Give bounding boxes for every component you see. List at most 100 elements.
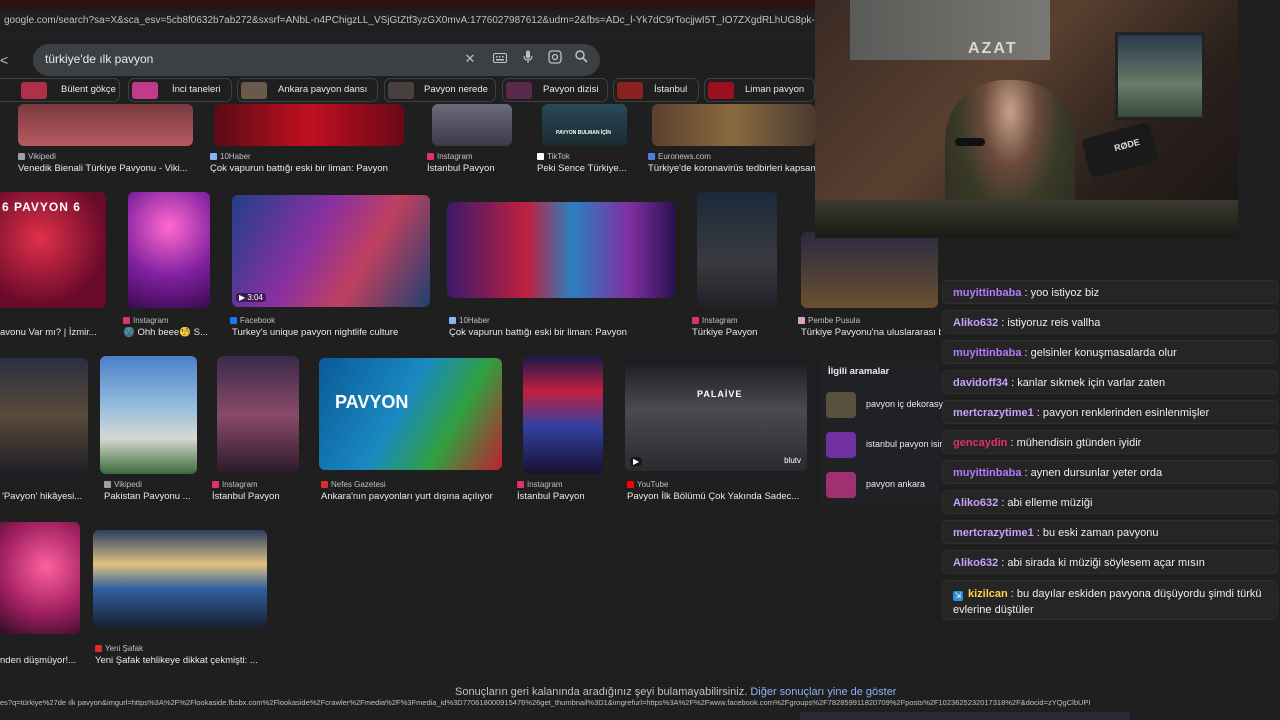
chat-text: istiyoruz reis vallha: [1007, 317, 1101, 329]
result-title[interactable]: Türkiye'de koronavirüs tedbirleri kapsam…: [648, 163, 815, 174]
address-bar[interactable]: google.com/search?sa=X&sca_esv=5cb8f0632…: [0, 10, 815, 32]
result-image[interactable]: [697, 192, 777, 308]
result-title[interactable]: İstanbul Pavyon: [517, 491, 615, 502]
image-result[interactable]: 10Haber Çok vapurun battığı eski bir lim…: [210, 104, 410, 176]
chat-username[interactable]: muyittinbaba: [953, 467, 1021, 479]
chat-username[interactable]: davidoff34: [953, 377, 1008, 389]
result-image[interactable]: [93, 530, 267, 628]
result-title[interactable]: Venedik Bienali Türkiye Pavyonu - Viki..…: [18, 163, 193, 174]
result-title[interactable]: İstanbul Pavyon: [427, 163, 527, 174]
chat-username[interactable]: gencaydin: [953, 437, 1007, 449]
image-result[interactable]: PAVYON Nefes Gazetesi Ankara'nın pavyonl…: [318, 356, 513, 506]
image-result[interactable]: Euronews.com Türkiye'de koronavirüs tedb…: [648, 104, 815, 176]
result-title[interactable]: nden düşmüyor!...: [0, 655, 84, 666]
result-image[interactable]: [18, 104, 193, 146]
chat-message: mertcrazytime1 : bu eski zaman pavyonu: [942, 520, 1278, 544]
image-result[interactable]: Instagram İstanbul Pavyon: [210, 356, 310, 506]
result-title[interactable]: Ankara'nın pavyonları yurt dışına açılıy…: [321, 491, 511, 502]
image-result[interactable]: Vikipedi Pakistan Pavyonu ...: [100, 356, 200, 506]
image-result[interactable]: ▶ 3:04 Facebook Turkey's unique pavyon n…: [230, 192, 440, 342]
search-box[interactable]: türkiye'de ılk pavyon ✕: [33, 44, 600, 76]
result-image[interactable]: [128, 192, 210, 308]
webcam-overlay: AZAT RØDE: [815, 0, 1238, 238]
result-image[interactable]: [232, 195, 430, 307]
result-image[interactable]: [217, 356, 299, 474]
chip-liman-pavyon[interactable]: Liman pavyon: [704, 78, 815, 102]
result-image[interactable]: [214, 104, 404, 146]
image-result[interactable]: Instagram İstanbul Pavyon: [427, 104, 527, 176]
image-result[interactable]: nden düşmüyor!...: [0, 520, 85, 670]
clear-icon[interactable]: ✕: [461, 50, 479, 68]
result-image[interactable]: [523, 356, 603, 474]
result-image[interactable]: PAVYON: [319, 358, 502, 470]
chat-message: Aliko632 : abi elleme müziği: [942, 490, 1278, 514]
result-image[interactable]: [0, 522, 80, 634]
chip-istanbul[interactable]: İstanbul: [613, 78, 699, 102]
result-title[interactable]: Yeni Şafak tehlikeye dikkat çekmişti: ..…: [95, 655, 272, 666]
result-image[interactable]: [0, 358, 88, 472]
image-result[interactable]: Vikipedi Venedik Bienali Türkiye Pavyonu…: [18, 104, 193, 176]
chat-username[interactable]: mertcrazytime1: [953, 527, 1034, 539]
chip-thumbnail: [708, 82, 734, 99]
chat-username[interactable]: kizilcan: [968, 588, 1008, 600]
result-image[interactable]: [100, 356, 197, 474]
image-result[interactable]: Instagram Türkiye Pavyon: [692, 192, 792, 342]
image-result[interactable]: 'Pavyon' hikâyesi...: [0, 356, 95, 506]
chat-message: gencaydin : mühendisin gtünden iyidir: [942, 430, 1278, 454]
blutv-logo-text: blutv: [784, 456, 801, 465]
image-result[interactable]: PALAİVE blutv ▶ YouTube Pavyon İlk Bölüm…: [622, 356, 812, 506]
palaive-sign-text: PALAİVE: [697, 389, 743, 399]
image-result[interactable]: PAVYON BULMAN İÇİN TikTok Peki Sence Tür…: [537, 104, 637, 176]
keyboard-icon[interactable]: [491, 50, 509, 68]
chat-text: gelsinler konuşmasalarda olur: [1030, 347, 1177, 359]
chip-bulent-gokce[interactable]: Bülent gökçe: [0, 78, 120, 102]
chat-username[interactable]: muyittinbaba: [953, 347, 1021, 359]
chat-username[interactable]: Aliko632: [953, 497, 998, 509]
result-image[interactable]: [801, 232, 938, 308]
result-title[interactable]: Pavyon İlk Bölümü Çok Yakında Sadec...: [627, 491, 812, 502]
result-title[interactable]: Çok vapurun battığı eski bir liman: Pavy…: [449, 327, 679, 338]
chip-pavyon-dizisi[interactable]: Pavyon dizisi: [502, 78, 608, 102]
result-title[interactable]: Pakistan Pavyonu ...: [104, 491, 200, 502]
chat-username[interactable]: mertcrazytime1: [953, 407, 1034, 419]
desk: [815, 200, 1238, 238]
chat-username[interactable]: Aliko632: [953, 557, 998, 569]
related-searches: İlgili aramalar pavyon iç dekorasyon ist…: [820, 358, 959, 506]
result-image[interactable]: [447, 202, 675, 298]
result-image[interactable]: 6 PAVYON 6: [0, 192, 106, 308]
image-result[interactable]: Yeni Şafak Yeni Şafak tehlikeye dikkat ç…: [92, 520, 272, 670]
image-result[interactable]: Instagram 🌚 Ohh beee🧐 S...: [123, 192, 223, 342]
related-searches-title: İlgili aramalar: [828, 366, 890, 377]
chip-ankara-pavyon-dansi[interactable]: Ankara pavyon dansı: [237, 78, 378, 102]
chat-text: mühendisin gtünden iyidir: [1016, 437, 1142, 449]
result-image[interactable]: [432, 104, 512, 146]
image-result[interactable]: Instagram İstanbul Pavyon: [515, 356, 615, 506]
result-title[interactable]: İstanbul Pavyon: [212, 491, 310, 502]
result-source: Vikipedi: [18, 152, 56, 161]
chip-pavyon-nerede[interactable]: Pavyon nerede: [384, 78, 496, 102]
result-title[interactable]: 🌚 Ohh beee🧐 S...: [123, 327, 211, 338]
result-title[interactable]: Türkiye Pavyon: [692, 327, 792, 338]
screen: { "browser": { "url": "google.com/search…: [0, 0, 1280, 720]
lens-icon[interactable]: [546, 50, 564, 68]
chat-username[interactable]: Aliko632: [953, 317, 998, 329]
search-input[interactable]: türkiye'de ılk pavyon: [45, 52, 153, 66]
result-title[interactable]: Türkiye Pavyonu'na uluslararası başvuru: [801, 327, 941, 338]
result-title[interactable]: avonu Var mı? | İzmir...: [0, 327, 112, 338]
back-arrow-icon[interactable]: <: [0, 52, 8, 68]
related-thumbnail: [826, 432, 856, 458]
image-result[interactable]: 10Haber Çok vapurun battığı eski bir lim…: [447, 192, 682, 342]
result-title[interactable]: 'Pavyon' hikâyesi...: [2, 491, 94, 502]
chat-username[interactable]: muyittinbaba: [953, 287, 1021, 299]
result-title[interactable]: Çok vapurun battığı eski bir liman: Pavy…: [210, 163, 415, 174]
result-title[interactable]: Peki Sence Türkiye...: [537, 163, 637, 174]
subscriber-badge-icon: ⇲: [953, 591, 963, 601]
result-image[interactable]: [652, 104, 815, 146]
result-image[interactable]: PAVYON BULMAN İÇİN: [542, 104, 627, 146]
result-image[interactable]: PALAİVE blutv: [625, 359, 807, 471]
image-result[interactable]: 6 PAVYON 6 avonu Var mı? | İzmir...: [0, 192, 112, 342]
result-title[interactable]: Turkey's unique pavyon nightlife culture: [232, 327, 442, 338]
microphone-icon[interactable]: [519, 50, 537, 68]
chip-inci-taneleri[interactable]: İnci taneleri: [128, 78, 232, 102]
search-icon[interactable]: [572, 50, 590, 68]
